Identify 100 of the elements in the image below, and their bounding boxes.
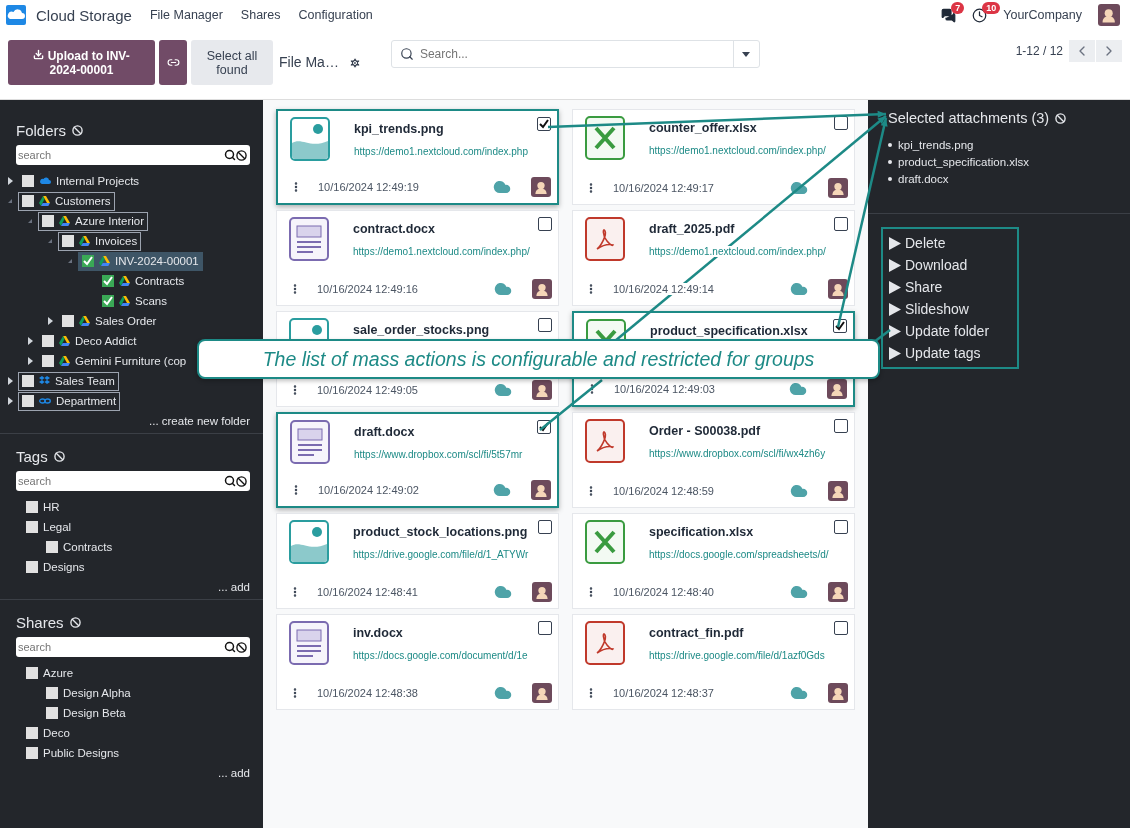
footer-link[interactable]: ... add <box>16 767 250 779</box>
tree-item[interactable]: Department <box>18 391 121 411</box>
tree-item[interactable]: Design Beta <box>42 703 130 723</box>
collapse-icon[interactable] <box>8 199 12 203</box>
checkbox[interactable] <box>42 355 54 367</box>
tree-item[interactable]: Design Alpha <box>42 683 135 703</box>
action-item[interactable]: Download <box>889 254 1011 276</box>
search-icon[interactable] <box>224 641 236 653</box>
checkbox[interactable] <box>62 235 74 247</box>
search-field[interactable]: search <box>16 471 250 491</box>
checkbox[interactable] <box>834 621 848 635</box>
file-card[interactable]: specification.xlsx https://docs.google.com/spreadsheets/d/ 10/16/2024 12:48:40 <box>572 513 855 609</box>
action-item[interactable]: Delete <box>889 232 1011 254</box>
checkbox[interactable] <box>833 319 847 333</box>
tree-item[interactable]: Invoices <box>58 231 142 251</box>
checkbox[interactable] <box>22 395 34 407</box>
file-url[interactable]: https://docs.google.com/spreadsheets/d/ <box>649 548 829 560</box>
tree-item[interactable]: Legal <box>22 517 76 537</box>
file-url[interactable]: https://demo1.nextcloud.com/index.php <box>354 145 528 157</box>
tree-item[interactable]: Sales Order <box>58 311 161 331</box>
upload-button[interactable]: Upload to INV-2024-00001 <box>8 40 155 85</box>
file-url[interactable]: https://drive.google.com/file/d/1azf0Gds <box>649 649 825 661</box>
tree-item[interactable]: Azure <box>22 663 78 683</box>
search-icon[interactable] <box>224 149 236 161</box>
tree-item[interactable]: Customers <box>18 191 115 211</box>
checkbox[interactable] <box>26 667 38 679</box>
select-all-button[interactable]: Select all found <box>191 40 273 85</box>
checkbox[interactable] <box>834 217 848 231</box>
tree-item[interactable]: Contracts <box>42 537 117 557</box>
file-url[interactable]: https://drive.google.com/file/d/1_ATYWr <box>353 548 529 560</box>
file-card[interactable]: inv.docx https://docs.google.com/document/d/1e 10/16/2024 12:48:38 <box>276 614 559 710</box>
menu-item[interactable]: Shares <box>240 8 281 22</box>
tree-item[interactable]: Sales Team <box>18 371 119 391</box>
checkbox[interactable] <box>538 520 552 534</box>
tree-item[interactable]: Deco <box>22 723 74 743</box>
expand-icon[interactable] <box>47 317 53 325</box>
clock-icon[interactable] <box>972 7 988 23</box>
file-card[interactable]: draft_2025.pdf https://demo1.nextcloud.com/index.php/ 10/16/2024 12:49:14 <box>572 210 855 306</box>
settings-icon[interactable] <box>348 57 361 69</box>
checkbox[interactable] <box>46 687 58 699</box>
action-item[interactable]: Slideshow <box>889 298 1011 320</box>
expand-icon[interactable] <box>7 397 13 405</box>
file-url[interactable]: https://docs.google.com/document/d/1e <box>353 649 528 661</box>
tree-item[interactable]: Gemini Furniture (cop <box>38 351 191 371</box>
checkbox[interactable] <box>537 117 551 131</box>
checkbox[interactable] <box>62 315 74 327</box>
tree-item[interactable]: Scans <box>98 291 171 311</box>
checkbox[interactable] <box>46 541 58 553</box>
checkbox[interactable] <box>26 561 38 573</box>
expand-icon[interactable] <box>27 357 33 365</box>
file-url[interactable]: https://demo1.nextcloud.com/index.php/ <box>353 245 530 257</box>
checkbox[interactable] <box>46 707 58 719</box>
file-card[interactable]: contract.docx https://demo1.nextcloud.com/index.php/ 10/16/2024 12:49:16 <box>276 210 559 306</box>
file-card[interactable]: contract_fin.pdf https://drive.google.com/file/d/1azf0Gds 10/16/2024 12:48:37 <box>572 614 855 710</box>
footer-link[interactable]: ... create new folder <box>16 415 250 427</box>
checkbox[interactable] <box>26 521 38 533</box>
menu-item[interactable]: File Manager <box>149 8 223 22</box>
file-url[interactable]: https://demo1.nextcloud.com/index.php/ <box>649 144 826 156</box>
tree-item[interactable]: Public Designs <box>22 743 124 763</box>
checkbox[interactable] <box>22 195 34 207</box>
tree-item[interactable]: Internal Projects <box>18 171 144 191</box>
tree-item[interactable]: INV-2024-00001 <box>78 251 203 271</box>
file-card[interactable]: kpi_trends.png https://demo1.nextcloud.com/index.php 10/16/2024 12:49:19 <box>276 109 559 205</box>
file-card[interactable]: product_stock_locations.png https://drive.google.com/file/d/1_ATYWr 10/16/2024 12:48:41 <box>276 513 559 609</box>
file-url[interactable]: https://www.dropbox.com/scl/fi/5t57mr <box>354 448 523 460</box>
search-field[interactable]: search <box>16 145 250 165</box>
menu-item[interactable]: Configuration <box>298 8 373 22</box>
checkbox[interactable] <box>834 419 848 433</box>
action-item[interactable]: Update tags <box>889 342 1011 364</box>
footer-link[interactable]: ... add <box>16 581 250 593</box>
action-item[interactable]: Share <box>889 276 1011 298</box>
search-field[interactable]: Search... <box>390 40 760 68</box>
tree-item[interactable]: HR <box>22 497 64 517</box>
checkbox[interactable] <box>26 747 38 759</box>
file-card[interactable]: draft.docx https://www.dropbox.com/scl/fi/5t57mr 10/16/2024 12:49:02 <box>276 412 559 508</box>
checkbox[interactable] <box>538 217 552 231</box>
file-card[interactable]: Order - S00038.pdf https://www.dropbox.com/scl/fi/wx4zh6y 10/16/2024 12:48:59 <box>572 412 855 508</box>
checkbox[interactable] <box>26 727 38 739</box>
chat-icon[interactable] <box>941 7 957 23</box>
action-item[interactable]: Update folder <box>889 320 1011 342</box>
checkbox[interactable] <box>538 621 552 635</box>
checkbox[interactable] <box>42 335 54 347</box>
collapse-icon[interactable] <box>48 239 52 243</box>
tree-item[interactable]: Contracts <box>98 271 189 291</box>
expand-icon[interactable] <box>7 177 13 185</box>
checkbox[interactable] <box>538 318 552 332</box>
company-name[interactable]: YourCompany <box>1003 8 1082 22</box>
app-logo[interactable] <box>6 5 26 25</box>
search-icon[interactable] <box>224 475 236 487</box>
file-url[interactable]: https://demo1.nextcloud.com/index.php/ <box>649 245 826 257</box>
expand-icon[interactable] <box>27 337 33 345</box>
checkbox[interactable] <box>22 375 34 387</box>
file-url[interactable]: https://www.dropbox.com/scl/fi/wx4zh6y <box>649 447 826 459</box>
checkbox[interactable] <box>26 501 38 513</box>
checkbox[interactable] <box>42 215 54 227</box>
collapse-icon[interactable] <box>68 259 72 263</box>
search-field[interactable]: search <box>16 637 250 657</box>
clear-icon[interactable] <box>236 149 247 161</box>
clear-icon[interactable] <box>236 641 247 653</box>
checkbox[interactable] <box>834 520 848 534</box>
